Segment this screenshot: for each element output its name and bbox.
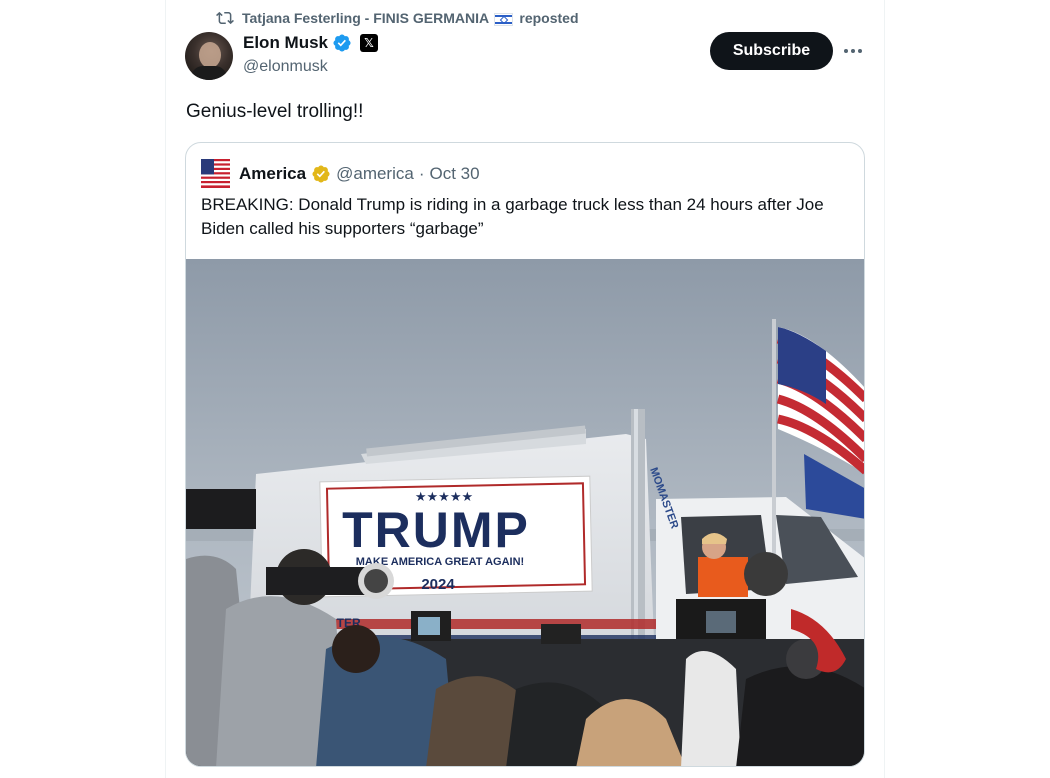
- timeline-column-border-right: [884, 0, 885, 778]
- quoted-date[interactable]: Oct 30: [430, 164, 480, 184]
- quoted-author-name[interactable]: America: [239, 164, 306, 184]
- israel-flag-icon: [494, 12, 514, 26]
- sign-year: 2024: [421, 576, 455, 593]
- quoted-post-header: America @america · Oct 30: [201, 159, 480, 188]
- quoted-author-handle[interactable]: @america: [336, 164, 414, 184]
- repost-context[interactable]: Tatjana Festerling - FINIS GERMANIA repo…: [216, 8, 579, 28]
- subscribe-button[interactable]: Subscribe: [710, 32, 833, 70]
- repost-label: reposted: [519, 10, 579, 26]
- timeline-column-border-left: [165, 0, 166, 778]
- author-name[interactable]: Elon Musk: [243, 33, 328, 53]
- repost-icon: [216, 9, 234, 27]
- post-text: Genius-level trolling!!: [186, 101, 364, 122]
- quoted-post-photo[interactable]: ★★★★★ TRUMP MAKE AMERICA GREAT AGAIN! 20…: [186, 259, 864, 766]
- quoted-post[interactable]: America @america · Oct 30 BREAKING: Dona…: [185, 142, 865, 767]
- gold-verified-badge-icon[interactable]: [311, 164, 331, 184]
- us-flag-avatar-icon[interactable]: [201, 159, 230, 188]
- quoted-separator: ·: [418, 163, 425, 183]
- author-handle[interactable]: @elonmusk: [243, 58, 328, 76]
- x-logo-icon[interactable]: 𝕏: [360, 34, 379, 52]
- author-avatar[interactable]: [185, 32, 233, 80]
- reposter-name[interactable]: Tatjana Festerling - FINIS GERMANIA: [242, 10, 489, 26]
- quoted-post-text: BREAKING: Donald Trump is riding in a ga…: [201, 195, 824, 238]
- author-name-row: Elon Musk 𝕏: [243, 33, 379, 53]
- verified-badge-icon[interactable]: [332, 33, 352, 53]
- sign-title: TRUMP: [342, 502, 530, 558]
- more-options-icon[interactable]: [840, 38, 866, 64]
